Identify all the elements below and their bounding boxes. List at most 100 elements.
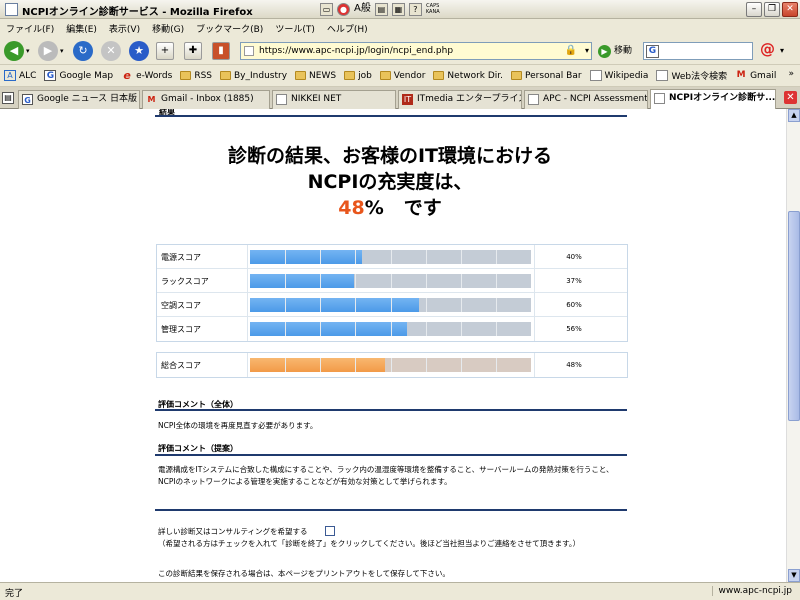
lock-icon[interactable]: 🔒 (565, 45, 577, 57)
back-dropdown-icon[interactable]: ▾ (26, 47, 30, 55)
bookmark-folder-network-dir[interactable]: Network Dir. (433, 71, 503, 81)
page-icon (656, 70, 669, 81)
menu-bookmarks[interactable]: ブックマーク(B) (196, 22, 263, 35)
menu-go[interactable]: 移動(G) (152, 22, 184, 35)
score-bar-tick (390, 322, 392, 336)
search-box[interactable]: G (643, 42, 753, 60)
score-bar-tick (320, 250, 322, 264)
new-tab-icon[interactable]: + (156, 42, 174, 60)
stop-icon[interactable]: ✕ (101, 41, 121, 61)
gmail-icon: M (736, 70, 746, 80)
ime-keyboard-icon[interactable]: ▭ (320, 3, 333, 16)
score-bar-tick (495, 358, 497, 372)
reload-icon[interactable]: ↻ (73, 41, 93, 61)
folder-icon (180, 71, 192, 80)
comment-proposal-body: 電源構成をITシステムに合致した構成にすることや、ラック内の温湿度等環境を整備す… (158, 465, 614, 486)
menu-tools[interactable]: ツール(T) (275, 22, 315, 35)
bookmarks-overflow-chevron-icon[interactable]: » (788, 69, 794, 79)
score-bar (249, 322, 531, 336)
scroll-up-icon[interactable]: ▲ (788, 109, 800, 122)
url-history-dropdown-icon[interactable]: ▾ (585, 45, 589, 57)
menu-edit[interactable]: 編集(E) (66, 22, 97, 35)
bookmark-folder-vendor[interactable]: Vendor (379, 71, 425, 81)
total-score-table: 総合スコア 48% (156, 352, 628, 378)
url-bar[interactable]: https://www.apc-ncpi.jp/login/ncpi_end.p… (240, 42, 592, 60)
headline-percent-sign: % (364, 197, 384, 219)
firefox-page-icon (5, 3, 18, 16)
close-tab-icon[interactable]: ✕ (784, 91, 797, 104)
tab-apc-ncpi-assessment[interactable]: APC - NCPI Assessment (524, 90, 648, 109)
ime-mode-label[interactable]: A般 (354, 3, 371, 16)
section-divider (155, 409, 627, 411)
section-divider (155, 115, 627, 117)
score-bar-tick (495, 250, 497, 264)
bookmark-folder-rss[interactable]: RSS (180, 71, 212, 81)
ime-tools-icon[interactable]: ▦ (391, 3, 405, 16)
search-dropdown-icon[interactable]: ▾ (780, 46, 784, 55)
score-bar-tick (355, 322, 357, 336)
score-row-management: 管理スコア 56% (157, 317, 627, 341)
bookmark-folder-job[interactable]: job (344, 71, 372, 81)
headline-line3: 48% です (150, 195, 630, 221)
tab-itmedia[interactable]: ITITmedia エンタープライズ:... (398, 90, 522, 109)
ime-help-icon[interactable]: ? (408, 3, 422, 16)
back-arrow-icon[interactable]: ◀ (4, 41, 24, 61)
bookmark-e-words[interactable]: e e-Words (121, 70, 172, 81)
bookmark-wikipedia[interactable]: Wikipedia (589, 70, 648, 81)
ime-mode-icon[interactable]: ● (337, 3, 350, 16)
tab-list-icon[interactable]: ▤ (2, 92, 14, 104)
ime-caps-kana-indicator: CAPS KANA (425, 3, 440, 15)
score-bar-tick (390, 298, 392, 312)
bookmark-folder-news[interactable]: NEWS (295, 71, 336, 81)
bookmark-gmail[interactable]: M Gmail (735, 70, 777, 81)
google-search-engine-icon[interactable]: G (646, 45, 659, 58)
url-text[interactable]: https://www.apc-ncpi.jp/login/ncpi_end.p… (259, 46, 453, 56)
scroll-down-icon[interactable]: ▼ (788, 569, 800, 582)
score-bar-fill (250, 274, 354, 288)
bookmark-folder-personal-bar[interactable]: Personal Bar (511, 71, 582, 81)
at-icon[interactable]: @ (760, 40, 775, 58)
bookmark-manager-icon[interactable]: ▮ (212, 42, 230, 60)
score-bar-tick (460, 274, 462, 288)
bookmark-folder-by-industry[interactable]: By_Industry (220, 71, 287, 81)
consult-checkbox[interactable] (325, 526, 335, 536)
home-star-icon[interactable]: ★ (129, 41, 149, 61)
add-bookmark-icon[interactable]: ✚ (184, 42, 202, 60)
itmedia-icon: IT (402, 94, 413, 105)
score-bar-tick (425, 250, 427, 264)
tab-gmail[interactable]: M Gmail - Inbox (1885) (142, 90, 270, 109)
consult-label: 詳しい診断又はコンサルティングを希望する (158, 527, 308, 536)
score-bar-tick (320, 274, 322, 288)
tab-nikkei[interactable]: NIKKEI NET (272, 90, 396, 109)
tab-google-news[interactable]: G Google ニュース 日本版 (18, 90, 140, 109)
score-bar-tick (460, 358, 462, 372)
minimize-button[interactable]: – (746, 2, 762, 17)
forward-dropdown-icon[interactable]: ▾ (60, 47, 64, 55)
menu-file[interactable]: ファイル(F) (6, 22, 54, 35)
go-button[interactable]: ▶ 移動 (598, 43, 632, 59)
score-label: 空調スコア (161, 301, 201, 310)
forward-arrow-icon[interactable]: ▶ (38, 41, 58, 61)
close-window-button[interactable]: ✕ (782, 2, 798, 17)
bookmarks-toolbar: A ALC G Google Map e e-Words RSS By_Industr… (0, 65, 800, 87)
menu-view[interactable]: 表示(V) (109, 22, 140, 35)
ime-dictionary-icon[interactable]: ▤ (374, 3, 388, 16)
tab-ncpi-online[interactable]: NCPIオンライン診断サ... (650, 89, 776, 109)
scrollbar-thumb[interactable] (788, 211, 800, 421)
score-bar-tick (390, 274, 392, 288)
go-label[interactable]: 移動 (614, 43, 632, 59)
go-arrow-icon[interactable]: ▶ (598, 44, 611, 58)
total-score-bar (249, 358, 531, 372)
total-score-label: 総合スコア (161, 361, 201, 370)
total-score-value: 48% (566, 361, 582, 369)
score-bar-tick (425, 358, 427, 372)
score-bar-fill (250, 298, 419, 312)
maximize-button[interactable]: ❐ (764, 2, 780, 17)
consult-note: （希望される方はチェックを入れて「診断を終了」をクリックしてください。後ほど当社… (158, 539, 581, 548)
vertical-scrollbar[interactable]: ▲ ▼ (786, 109, 800, 582)
bookmark-google-map[interactable]: G Google Map (44, 70, 113, 81)
bookmark-web-law-search[interactable]: Web法令検索 (656, 69, 727, 82)
folder-icon (379, 71, 391, 80)
menu-help[interactable]: ヘルプ(H) (327, 22, 368, 35)
bookmark-alc[interactable]: A ALC (4, 70, 36, 81)
